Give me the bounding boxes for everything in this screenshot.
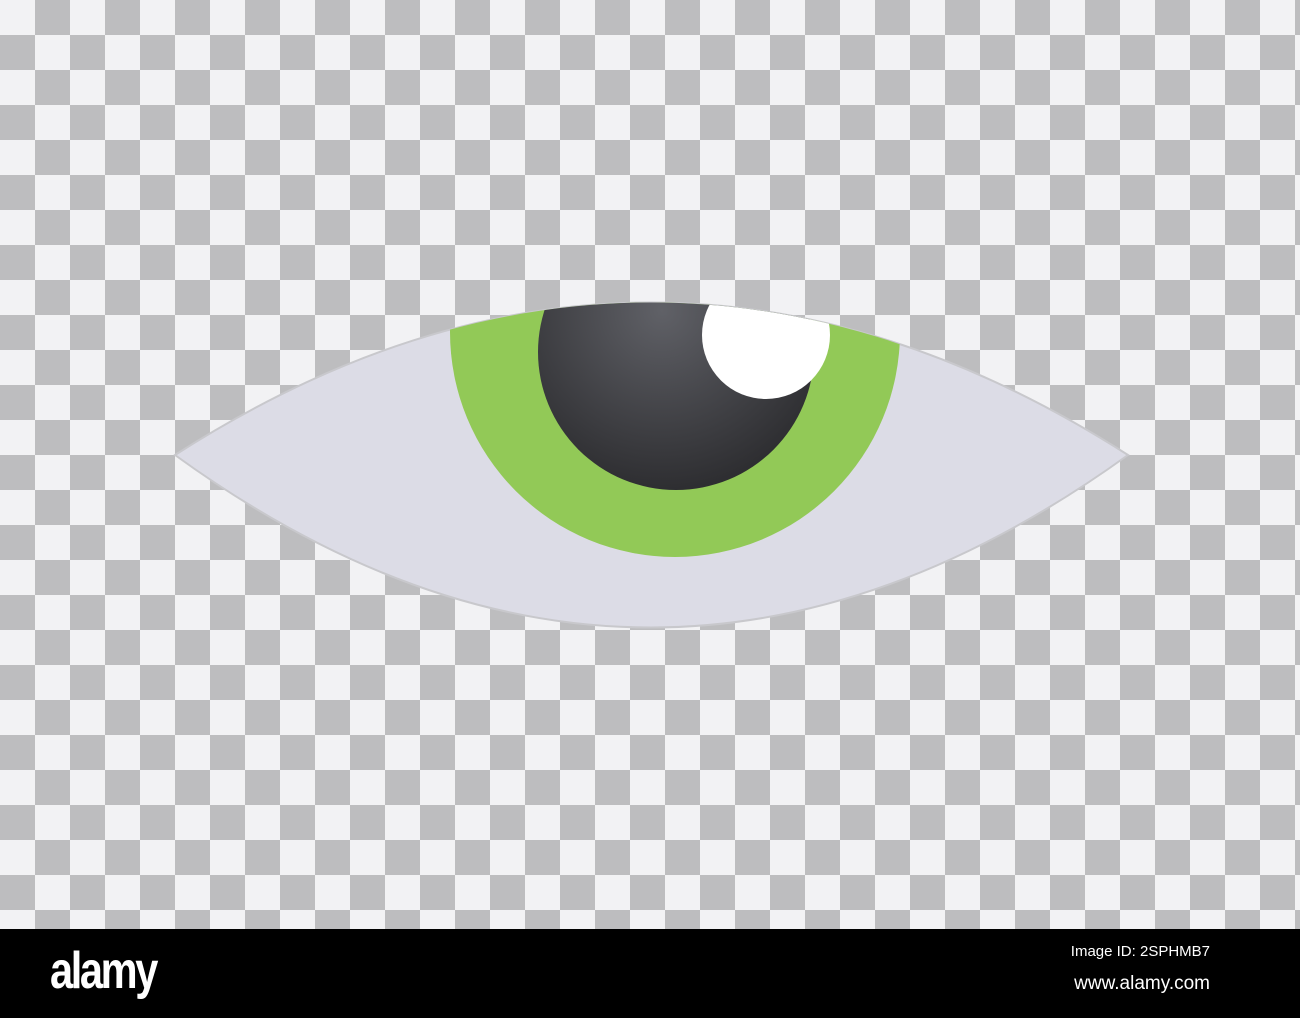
eye-illustration <box>173 301 1130 629</box>
image-id: Image ID: 2SPHMB7 <box>1070 943 1210 960</box>
eye-highlight <box>702 302 830 399</box>
footer-bar: alamy Image ID: 2SPHMB7 www.alamy.com <box>0 929 1300 1018</box>
site-url: www.alamy.com <box>1074 973 1210 994</box>
transparent-checkerboard-background <box>0 0 1300 929</box>
alamy-logo: alamy <box>50 942 158 1000</box>
